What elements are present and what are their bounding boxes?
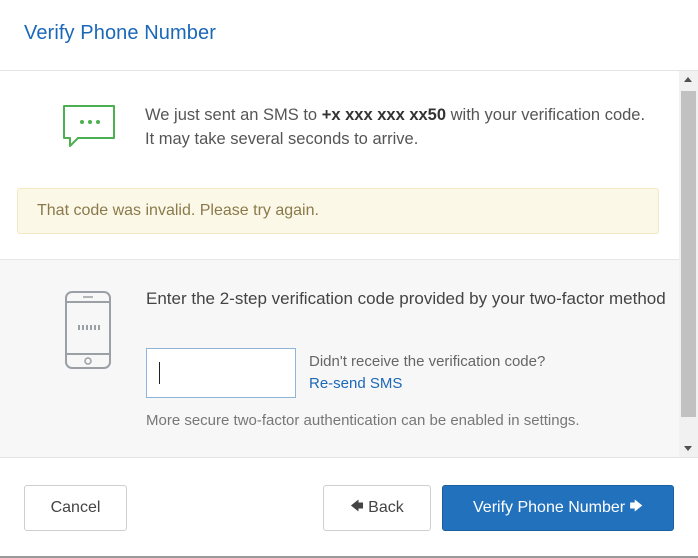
back-label: Back — [368, 499, 404, 516]
phone-icon — [65, 291, 111, 369]
back-button[interactable]: 🡄 Back — [323, 485, 431, 531]
dialog-title: Verify Phone Number — [24, 22, 216, 44]
scroll-down-arrow-icon[interactable] — [679, 440, 698, 457]
sms-notice-text: We just sent an SMS to +x xxx xxx xx50 w… — [145, 103, 655, 151]
cancel-button[interactable]: Cancel — [24, 485, 127, 531]
resend-question: Didn't receive the verification code? — [309, 353, 546, 370]
sms-notice: We just sent an SMS to +x xxx xxx xx50 w… — [0, 71, 679, 181]
code-entry-panel: Enter the 2-step verification code provi… — [0, 259, 679, 457]
sms-notice-prefix: We just sent an SMS to — [145, 106, 322, 124]
scrollbar-thumb[interactable] — [681, 91, 696, 417]
code-prompt: Enter the 2-step verification code provi… — [146, 289, 666, 308]
scroll-up-arrow-icon[interactable] — [679, 71, 698, 88]
alert-message: That code was invalid. Please try again. — [37, 202, 319, 219]
vertical-scrollbar[interactable] — [679, 71, 698, 457]
chat-bubble-icon — [63, 105, 115, 147]
dialog-body: We just sent an SMS to +x xxx xxx xx50 w… — [0, 71, 679, 457]
verify-phone-number-button[interactable]: Verify Phone Number 🡆 — [442, 485, 674, 531]
verification-code-input[interactable] — [146, 348, 296, 398]
masked-phone-number: +x xxx xxx xx50 — [321, 106, 447, 124]
arrow-left-icon: 🡄 — [350, 498, 364, 513]
secure-2fa-note: More secure two-factor authentication ca… — [146, 412, 580, 429]
text-caret — [159, 362, 160, 384]
dialog-header: Verify Phone Number — [0, 0, 698, 71]
arrow-right-icon: 🡆 — [629, 498, 643, 513]
dialog-footer: Cancel 🡄 Back Verify Phone Number 🡆 — [0, 457, 698, 558]
invalid-code-alert: That code was invalid. Please try again. — [17, 188, 659, 234]
resend-sms-link[interactable]: Re-send SMS — [309, 375, 402, 392]
verify-label: Verify Phone Number — [473, 499, 626, 516]
